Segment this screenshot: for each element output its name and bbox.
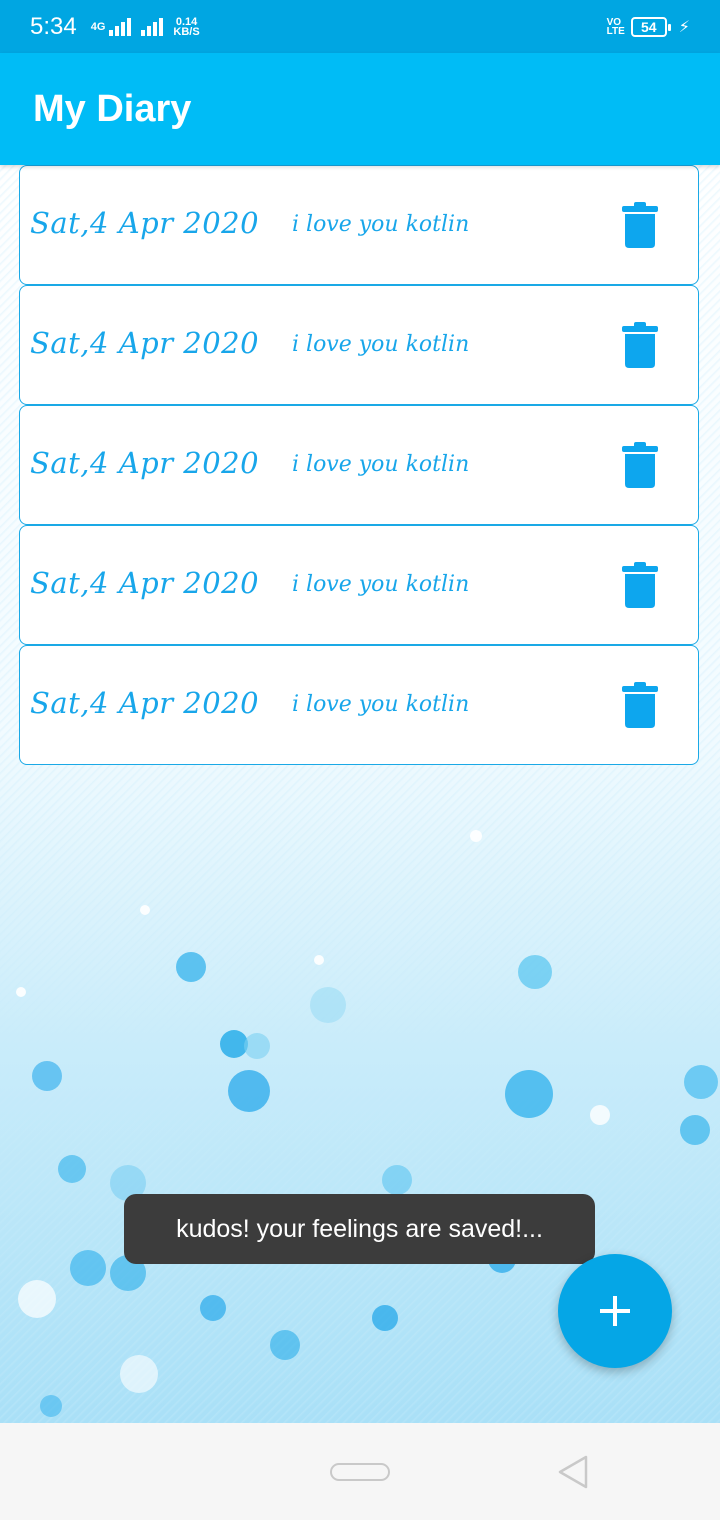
diary-list: Sat,4 Apr 2020 i love you kotlin Sat,4 A…	[19, 165, 699, 765]
signal-icon-sim2	[141, 17, 164, 36]
entry-text: i love you kotlin	[292, 212, 470, 237]
diary-entry[interactable]: Sat,4 Apr 2020 i love you kotlin	[19, 645, 699, 765]
volte-icon: VO LTE	[606, 17, 625, 37]
add-entry-button[interactable]	[558, 1254, 672, 1368]
home-pill-icon[interactable]	[330, 1463, 390, 1481]
trash-icon[interactable]	[622, 322, 658, 368]
navigation-bar	[0, 1423, 720, 1520]
back-triangle-icon[interactable]	[556, 1454, 590, 1490]
entry-date: Sat,4 Apr 2020	[30, 566, 260, 600]
diary-entry[interactable]: Sat,4 Apr 2020 i love you kotlin	[19, 165, 699, 285]
speed-unit: KB/S	[173, 25, 200, 38]
entry-text: i love you kotlin	[292, 452, 470, 477]
entry-date: Sat,4 Apr 2020	[30, 686, 260, 720]
entry-text: i love you kotlin	[292, 332, 470, 357]
signal-icon	[109, 17, 132, 36]
toast-message: kudos! your feelings are saved!...	[124, 1194, 595, 1264]
charging-icon: ⚡︎	[678, 18, 690, 36]
battery-level: 54	[640, 18, 657, 35]
volte-bottom: LTE	[606, 25, 625, 37]
diary-entry[interactable]: Sat,4 Apr 2020 i love you kotlin	[19, 525, 699, 645]
diary-entry[interactable]: Sat,4 Apr 2020 i love you kotlin	[19, 285, 699, 405]
entry-text: i love you kotlin	[292, 572, 470, 597]
status-bar: 5:34 4G 0.14 KB/S VO LTE 54 ⚡︎	[0, 0, 720, 53]
trash-icon[interactable]	[622, 562, 658, 608]
trash-icon[interactable]	[622, 442, 658, 488]
network-speed: 0.14 KB/S	[173, 16, 200, 38]
entry-text: i love you kotlin	[292, 692, 470, 717]
trash-icon[interactable]	[622, 202, 658, 248]
trash-icon[interactable]	[622, 682, 658, 728]
status-right: VO LTE 54 ⚡︎	[606, 16, 690, 37]
status-time: 5:34	[30, 12, 77, 40]
app-bar: My Diary	[0, 53, 720, 165]
plus-icon	[600, 1296, 630, 1326]
app-title: My Diary	[33, 87, 192, 130]
entry-date: Sat,4 Apr 2020	[30, 326, 260, 360]
diary-entry[interactable]: Sat,4 Apr 2020 i love you kotlin	[19, 405, 699, 525]
entry-date: Sat,4 Apr 2020	[30, 206, 260, 240]
network-type: 4G	[90, 20, 106, 33]
entry-date: Sat,4 Apr 2020	[30, 446, 260, 480]
battery-icon: 54	[630, 16, 671, 37]
